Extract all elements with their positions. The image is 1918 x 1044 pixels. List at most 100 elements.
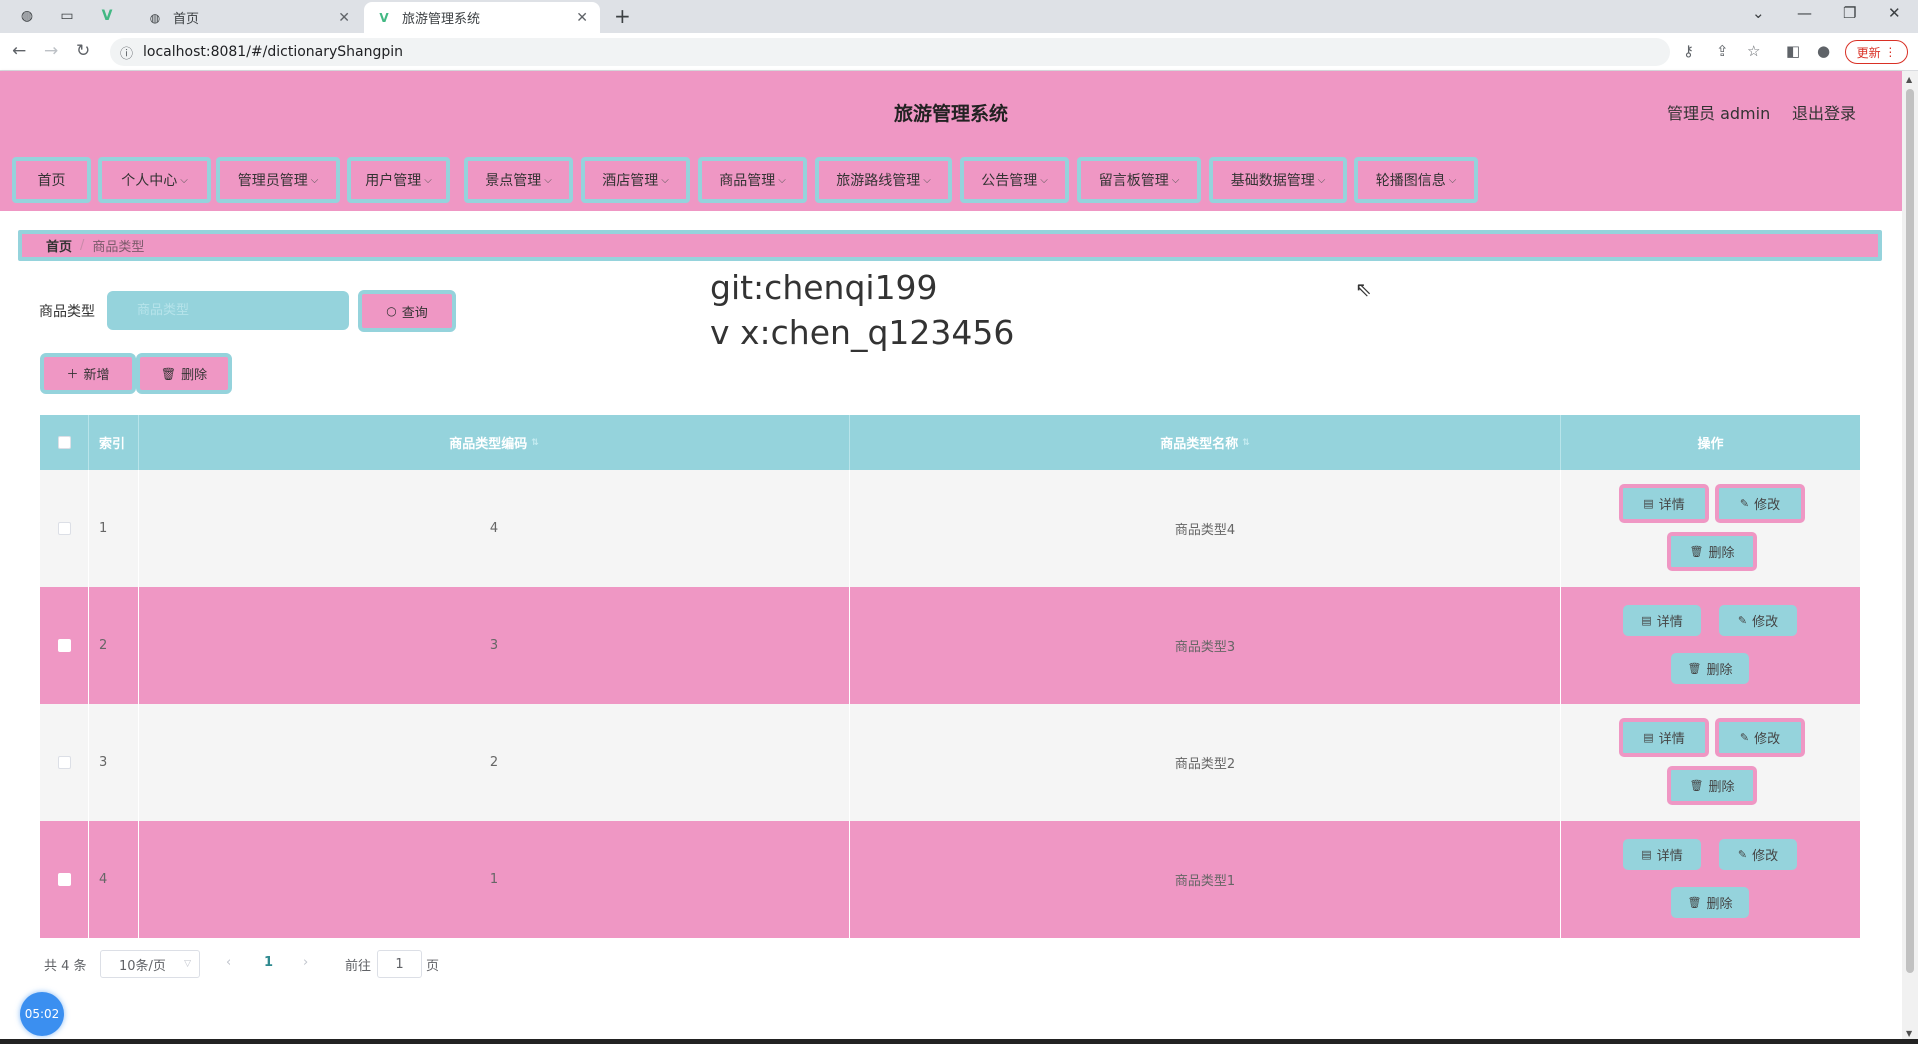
edit-button[interactable]: ✎ 修改 (1719, 839, 1797, 870)
taskbar-edge (0, 1039, 1918, 1044)
blank-tab-icon[interactable]: ▭ (56, 5, 78, 27)
goto-page-input[interactable] (377, 950, 422, 978)
new-tab-icon[interactable]: + (614, 4, 631, 28)
globe-icon[interactable]: ◍ (16, 5, 38, 27)
minimize-icon[interactable]: — (1797, 4, 1812, 22)
globe-icon: ◍ (149, 10, 161, 25)
prev-page-icon[interactable]: ‹ (226, 955, 231, 970)
menu-item-label: 留言板管理 (1098, 173, 1169, 189)
edit-button[interactable]: ✎ 修改 (1719, 605, 1797, 636)
menu-item-admin-management[interactable]: 管理员管理 ⌵ (216, 157, 340, 203)
name-cell: 商品类型2 (850, 704, 1561, 821)
star-icon[interactable]: ☆ (1747, 42, 1760, 60)
menu-item-carousel-info[interactable]: 轮播图信息 ⌵ (1354, 157, 1478, 203)
menu-item-label: 基础数据管理 (1230, 173, 1315, 189)
row-checkbox[interactable] (57, 639, 71, 652)
scroll-up-icon[interactable]: ▲ (1906, 75, 1912, 84)
update-button[interactable]: 更新 ⋮ (1845, 40, 1908, 64)
page-number-current[interactable]: 1 (264, 955, 273, 970)
tab-search-icon[interactable]: ⌄ (1752, 4, 1765, 22)
row-checkbox[interactable] (57, 522, 71, 535)
delete-button[interactable]: 🗑 删除 (1667, 532, 1757, 571)
delete-button[interactable]: 🗑 删除 (1671, 887, 1749, 918)
actions-cell: ▤ 详情 ✎ 修改 🗑 删除 (1561, 587, 1860, 704)
menu-item-basic-data-management[interactable]: 基础数据管理 ⌵ (1209, 157, 1347, 203)
document-icon: ▤ (1643, 731, 1654, 744)
scroll-down-icon[interactable]: ▼ (1906, 1029, 1912, 1038)
key-icon[interactable]: ⚷ (1683, 42, 1694, 60)
browser-tab-home[interactable]: ◍ 首页 ✕ (135, 2, 362, 33)
vue-tab-icon[interactable]: V (96, 5, 118, 27)
sort-icon[interactable]: ⇅ (531, 438, 539, 448)
search-input[interactable] (107, 291, 349, 330)
query-button[interactable]: ○ 查询 (358, 290, 456, 332)
select-all-checkbox[interactable] (57, 436, 71, 449)
detail-button[interactable]: ▤ 详情 (1623, 839, 1701, 870)
row-checkbox[interactable] (57, 873, 71, 886)
page-size-select[interactable]: 10条/页 ▽ (100, 950, 200, 978)
delete-button[interactable]: 🗑 删除 (1671, 653, 1749, 684)
edit-label: 修改 (1752, 615, 1779, 630)
chevron-down-icon: ⌵ (1171, 174, 1180, 186)
vue-icon: V (379, 10, 389, 25)
tab-title: 首页 (173, 12, 200, 27)
sort-icon[interactable]: ⇅ (1242, 438, 1250, 448)
edit-button[interactable]: ✎ 修改 (1715, 718, 1805, 757)
row-select-cell (40, 470, 89, 587)
add-button[interactable]: ＋ 新增 (40, 353, 136, 394)
menu-item-scenic-management[interactable]: 景点管理 ⌵ (464, 157, 573, 203)
menu-item-personal-center[interactable]: 个人中心 ⌵ (98, 157, 211, 203)
menu-item-label: 公告管理 (981, 173, 1038, 189)
document-icon: ▤ (1643, 497, 1654, 510)
restore-icon[interactable]: ❐ (1843, 4, 1856, 22)
menu-item-message-management[interactable]: 留言板管理 ⌵ (1077, 157, 1201, 203)
logout-link[interactable]: 退出登录 (1792, 100, 1856, 124)
close-icon[interactable]: ✕ (576, 10, 588, 26)
index-cell: 1 (89, 470, 139, 587)
menu-item-hotel-management[interactable]: 酒店管理 ⌵ (581, 157, 690, 203)
delete-button[interactable]: 🗑 删除 (1667, 766, 1757, 805)
menu-item-goods-management[interactable]: 商品管理 ⌵ (698, 157, 807, 203)
goto-label: 前往 (345, 959, 372, 974)
chevron-down-icon: ⌵ (923, 174, 931, 186)
menu-item-user-management[interactable]: 用户管理 ⌵ (347, 157, 450, 203)
close-icon[interactable]: ✕ (338, 10, 350, 26)
trash-icon: 🗑 (1689, 779, 1704, 792)
page-scrollbar[interactable]: ▲ ▼ (1902, 71, 1918, 1044)
forward-icon[interactable]: → (44, 41, 58, 61)
timer-badge[interactable]: 05:02 (20, 992, 64, 1036)
menu-item-route-management[interactable]: 旅游路线管理 ⌵ (815, 157, 952, 203)
code-cell: 3 (139, 587, 850, 704)
breadcrumb-current: 商品类型 (92, 240, 145, 255)
scrollbar-thumb[interactable] (1906, 89, 1914, 973)
side-panel-icon[interactable]: ◧ (1786, 42, 1800, 60)
batch-delete-button[interactable]: 🗑 删除 (136, 353, 232, 394)
table-header: 索引 商品类型编码 ⇅ 商品类型名称 ⇅ 操作 (40, 415, 1860, 470)
edit-icon: ✎ (1737, 848, 1748, 861)
menu-item-label: 管理员管理 (237, 173, 308, 189)
edit-icon: ✎ (1737, 614, 1748, 627)
row-checkbox[interactable] (57, 756, 71, 769)
app-header: 旅游管理系统 管理员 admin 退出登录 (0, 71, 1902, 151)
column-header-name[interactable]: 商品类型名称 ⇅ (850, 415, 1561, 470)
info-icon[interactable]: ⓘ (120, 43, 133, 62)
detail-button[interactable]: ▤ 详情 (1619, 718, 1709, 757)
next-page-icon[interactable]: › (303, 955, 308, 970)
query-button-label: 查询 (401, 305, 428, 321)
share-icon[interactable]: ⇪ (1716, 42, 1729, 60)
menu-item-home[interactable]: 首页 (12, 157, 91, 203)
edit-button[interactable]: ✎ 修改 (1715, 484, 1805, 523)
browser-tab-active[interactable]: V 旅游管理系统 ✕ (364, 2, 600, 33)
profile-icon[interactable]: ● (1817, 42, 1830, 60)
close-window-icon[interactable]: ✕ (1888, 4, 1901, 22)
chevron-down-icon: ⌵ (1317, 174, 1326, 186)
detail-button[interactable]: ▤ 详情 (1619, 484, 1709, 523)
current-user: 管理员 admin (1667, 104, 1771, 123)
breadcrumb-home[interactable]: 首页 (46, 236, 72, 255)
address-bar[interactable]: ⓘ localhost:8081/#/dictionaryShangpin (110, 38, 1670, 66)
back-icon[interactable]: ← (12, 41, 26, 61)
detail-button[interactable]: ▤ 详情 (1623, 605, 1701, 636)
column-header-code[interactable]: 商品类型编码 ⇅ (139, 415, 850, 470)
menu-item-notice-management[interactable]: 公告管理 ⌵ (960, 157, 1069, 203)
reload-icon[interactable]: ↻ (76, 41, 90, 61)
